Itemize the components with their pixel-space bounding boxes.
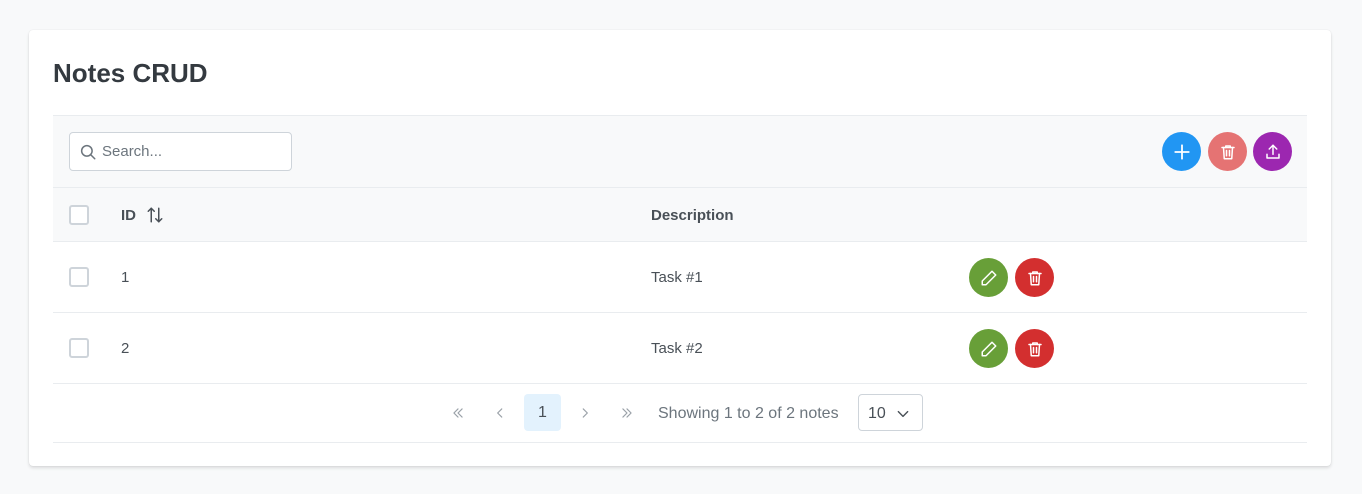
- cell-id: 1: [121, 269, 130, 286]
- chevron-down-icon: [897, 410, 909, 418]
- export-button[interactable]: [1253, 132, 1292, 171]
- column-header-description: Description: [651, 207, 734, 224]
- chevron-left-icon: [497, 407, 503, 418]
- delete-button[interactable]: [1015, 329, 1054, 368]
- plus-icon: [1173, 143, 1190, 160]
- page-report: Showing 1 to 2 of 2 notes: [658, 405, 839, 422]
- previous-page-button[interactable]: [482, 394, 518, 431]
- pencil-icon: [981, 341, 996, 356]
- search-box: [69, 132, 292, 171]
- double-chevron-left-icon: [453, 407, 463, 418]
- chevron-right-icon: [582, 407, 588, 418]
- search-input[interactable]: [102, 133, 288, 170]
- notes-card: Notes CRUD ID: [29, 30, 1331, 466]
- double-chevron-right-icon: [622, 407, 632, 418]
- search-icon: [80, 144, 96, 160]
- edit-button[interactable]: [969, 258, 1008, 297]
- cell-description: Task #1: [651, 269, 703, 286]
- last-page-button[interactable]: [609, 394, 645, 431]
- add-note-button[interactable]: [1162, 132, 1201, 171]
- trash-icon: [1027, 341, 1042, 356]
- trash-icon: [1027, 270, 1042, 285]
- cell-id: 2: [121, 340, 130, 357]
- edit-button[interactable]: [969, 329, 1008, 368]
- row-checkbox[interactable]: [69, 338, 89, 358]
- rows-per-page-dropdown[interactable]: 10: [858, 394, 923, 431]
- pencil-icon: [981, 270, 996, 285]
- table-header: ID Description: [53, 187, 1307, 242]
- select-all-checkbox[interactable]: [69, 205, 89, 225]
- trash-icon: [1220, 144, 1235, 159]
- next-page-button[interactable]: [567, 394, 603, 431]
- first-page-button[interactable]: [440, 394, 476, 431]
- delete-button[interactable]: [1015, 258, 1054, 297]
- page-title: Notes CRUD: [53, 58, 208, 88]
- delete-selected-button[interactable]: [1208, 132, 1247, 171]
- table-toolbar: [53, 115, 1307, 187]
- column-header-id[interactable]: ID: [121, 207, 136, 224]
- sort-icon[interactable]: [146, 206, 164, 224]
- table-row: 1 Task #1: [53, 242, 1307, 313]
- cell-description: Task #2: [651, 340, 703, 357]
- row-checkbox[interactable]: [69, 267, 89, 287]
- rows-per-page-value: 10: [868, 405, 886, 422]
- table-row: 2 Task #2: [53, 313, 1307, 384]
- paginator: 1 Showing 1 to 2 of 2 notes 10: [53, 384, 1307, 443]
- upload-icon: [1265, 144, 1280, 159]
- page-1-button[interactable]: 1: [524, 394, 561, 431]
